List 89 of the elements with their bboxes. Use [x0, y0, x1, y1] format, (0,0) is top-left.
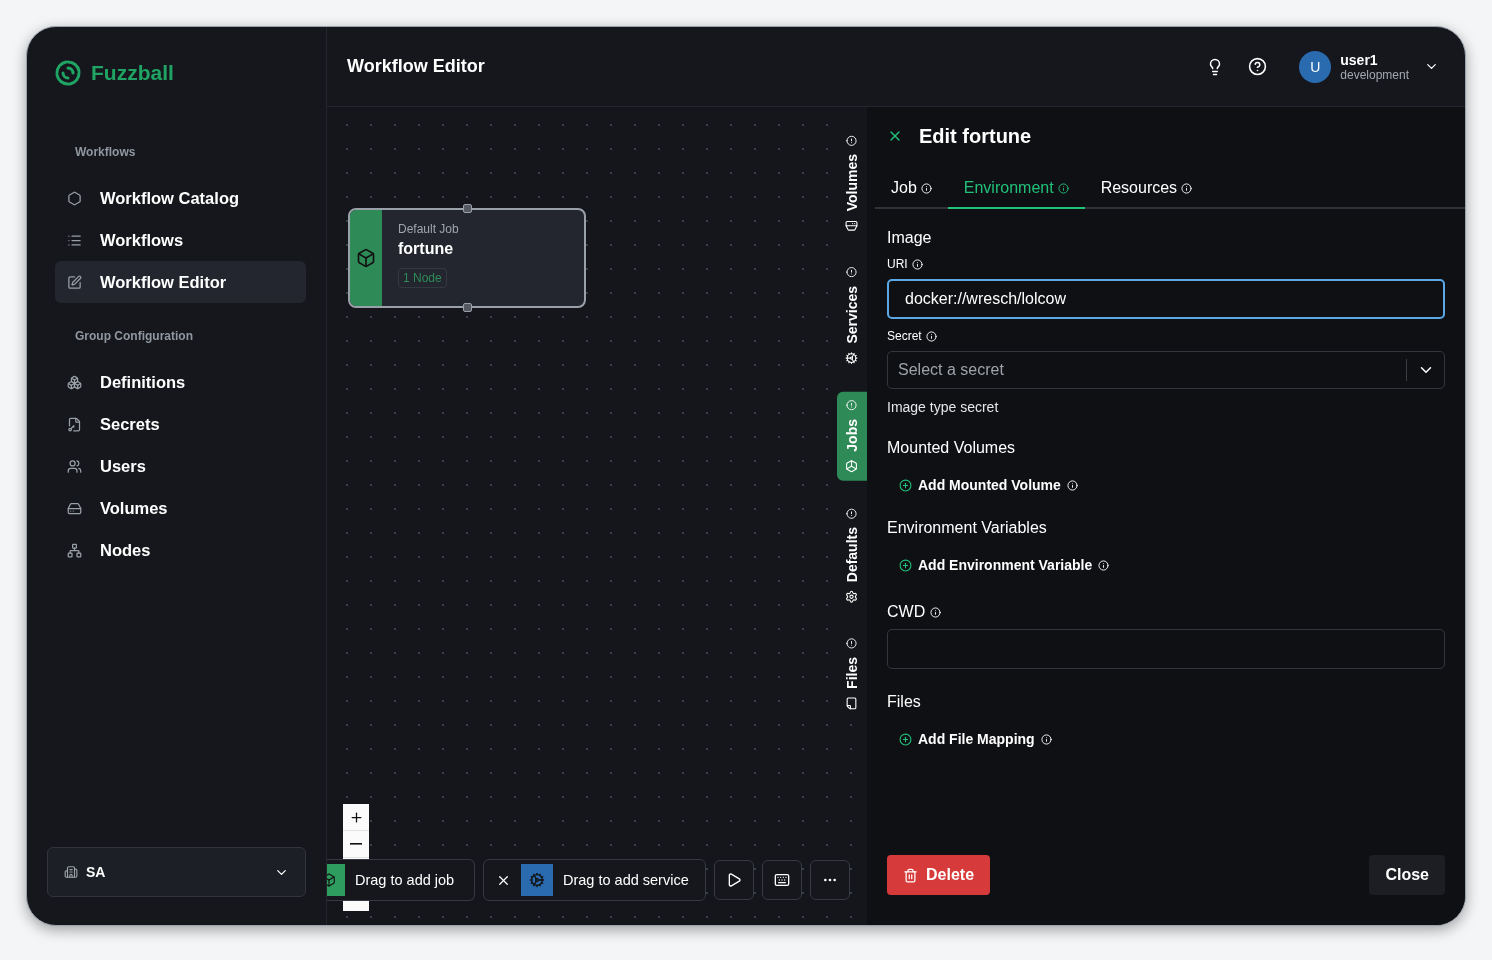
drive-icon	[845, 219, 859, 233]
cube-icon	[356, 248, 376, 268]
file-icon	[845, 696, 859, 710]
info-icon	[846, 507, 858, 519]
section-heading: Mounted Volumes	[887, 439, 1017, 457]
node-count: 1 Node	[398, 268, 447, 288]
nav-item[interactable]: Users	[55, 445, 306, 487]
plus-icon	[348, 809, 364, 825]
field-label: Secret	[887, 329, 922, 343]
info-icon	[846, 267, 858, 279]
delete-button[interactable]: Delete	[887, 855, 991, 895]
users-icon	[67, 458, 82, 474]
service-drag-chip[interactable]: Drag to add service	[483, 859, 706, 901]
logo-icon	[53, 58, 83, 88]
help-icon	[1248, 57, 1268, 76]
drive-icon	[67, 500, 82, 516]
side-tab[interactable]: Services	[837, 259, 867, 373]
page-title: Workflow Editor	[347, 56, 486, 77]
connection-handle[interactable]	[463, 204, 472, 213]
info-icon	[1057, 182, 1069, 194]
list-icon	[67, 232, 82, 248]
key-file-icon	[67, 416, 82, 432]
plus-circle-icon	[899, 732, 912, 746]
edit-icon	[67, 274, 82, 290]
close-button[interactable]: Close	[1369, 855, 1445, 895]
keyboard-icon	[773, 872, 790, 888]
panel-title: Edit fortune	[919, 124, 1032, 148]
section-heading: CWD	[887, 603, 926, 621]
section-heading: Files	[887, 693, 922, 711]
help-button[interactable]	[1248, 57, 1268, 76]
job-drag-chip[interactable]: Drag to add job	[327, 859, 475, 901]
nav-item[interactable]: Workflow Catalog	[55, 177, 306, 219]
minus-icon	[350, 843, 362, 845]
info-icon	[1040, 733, 1052, 745]
side-tab[interactable]: Defaults	[837, 499, 867, 611]
info-icon	[846, 399, 858, 411]
panel-tab[interactable]: Resources	[1084, 171, 1209, 209]
secret-select[interactable]: Select a secret	[887, 351, 1445, 389]
section-heading: Image	[887, 229, 933, 247]
add-file-button[interactable]: Add File Mapping	[899, 731, 1052, 747]
field-label: URI	[887, 257, 908, 271]
node-name: fortune	[398, 240, 455, 258]
panel-tab[interactable]: Job	[875, 171, 948, 209]
info-icon	[911, 258, 923, 270]
cube-icon	[845, 459, 859, 473]
trash-icon	[903, 867, 918, 883]
nav-item[interactable]: Nodes	[55, 529, 306, 571]
add-variable-button[interactable]: Add Environment Variable	[899, 557, 1110, 573]
plus-circle-icon	[899, 478, 912, 492]
hexagon-icon	[67, 190, 82, 206]
add-volume-button[interactable]: Add Mounted Volume	[899, 477, 1078, 493]
settings-icon	[845, 589, 859, 603]
nav-item[interactable]: Secrets	[55, 403, 306, 445]
keyboard-button[interactable]	[761, 860, 802, 900]
uri-field[interactable]: docker://wresch/lolcow	[887, 279, 1445, 319]
nav-item[interactable]: Workflow Editor	[55, 261, 306, 303]
info-icon	[846, 637, 858, 649]
info-icon	[1066, 479, 1078, 491]
info-icon	[920, 182, 932, 194]
info-icon	[925, 330, 937, 342]
section-heading: Environment Variables	[887, 519, 1048, 537]
nav-item[interactable]: Workflows	[55, 219, 306, 261]
organization-selector[interactable]: SA	[47, 847, 306, 897]
app-name: Fuzzball	[91, 61, 174, 85]
plus-circle-icon	[899, 558, 912, 572]
side-tab[interactable]: Jobs	[837, 391, 867, 481]
user-name: user1	[1340, 51, 1379, 68]
nav-item[interactable]: Volumes	[55, 487, 306, 529]
building-icon	[64, 865, 78, 879]
info-icon	[846, 135, 858, 146]
side-tab[interactable]: Files	[837, 629, 867, 718]
organization-name: SA	[86, 864, 107, 880]
cwd-field[interactable]	[887, 629, 1445, 669]
run-button[interactable]	[713, 860, 754, 900]
info-icon	[1098, 559, 1110, 571]
network-icon	[67, 542, 82, 558]
panel-tab[interactable]: Environment	[947, 171, 1085, 209]
blocks-icon	[67, 374, 82, 390]
node-category: Default Job	[398, 222, 459, 236]
user-role: development	[1340, 67, 1409, 82]
side-tab[interactable]: Volumes	[837, 127, 867, 241]
info-icon	[930, 606, 942, 618]
info-icon	[1181, 182, 1193, 194]
connection-handle[interactable]	[463, 303, 472, 312]
section-heading: Group Configuration	[74, 329, 194, 343]
user-avatar[interactable]: U	[1299, 50, 1332, 83]
nav-item[interactable]: Definitions	[55, 361, 306, 403]
section-heading: Workflows	[74, 145, 137, 159]
field-hint: Image type secret	[887, 399, 1000, 415]
